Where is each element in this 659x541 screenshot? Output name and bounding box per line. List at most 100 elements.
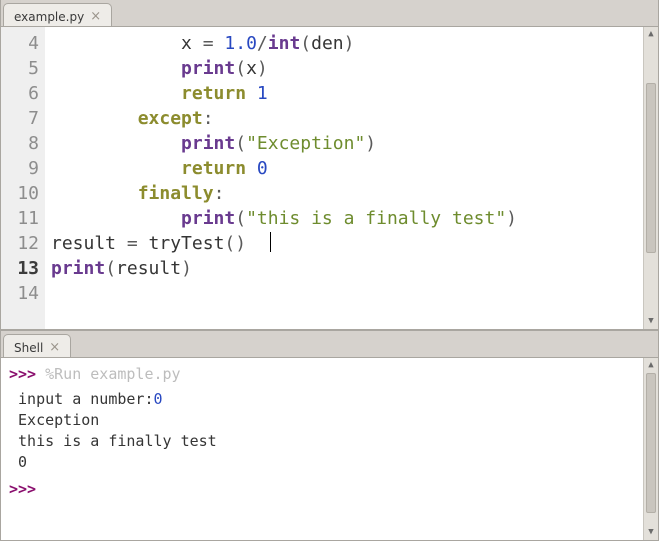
code-token: 0 [257,158,268,179]
code-line[interactable]: finally: [51,181,643,206]
shell-output-line: 0 [9,452,635,473]
shell-tabbar: Shell × [1,331,658,357]
code-token: = [116,233,149,254]
shell-text: 0 [18,453,27,471]
code-token: den [311,33,344,54]
line-number: 5 [1,56,45,81]
code-token: 1 [257,83,268,104]
code-token [51,83,181,104]
code-token: ( [300,33,311,54]
shell-line: >>> %Run example.py [9,364,635,385]
code-token: x [181,33,192,54]
shell-prompt: >>> [9,480,45,498]
scroll-up-icon[interactable]: ▲ [644,358,658,373]
code-token [51,33,181,54]
shell-output-line: input a number:0 [9,389,635,410]
code-token: : [214,183,225,204]
code-token: tryTest [149,233,225,254]
code-line[interactable]: except: [51,106,643,131]
shell-output[interactable]: >>> %Run example.py input a number:0 Exc… [1,358,643,540]
line-number: 8 [1,131,45,156]
scroll-thumb[interactable] [646,373,656,513]
code-token: = [192,33,225,54]
shell-scrollbar[interactable]: ▲ ▼ [643,358,658,540]
code-line[interactable]: print(x) [51,56,643,81]
code-token: print [181,58,235,79]
code-line[interactable]: print("this is a finally test") [51,206,643,231]
code-token: ) [181,258,192,279]
line-number: 13 [1,256,45,281]
code-line[interactable]: return 1 [51,81,643,106]
code-token: x [246,58,257,79]
editor-scrollbar[interactable]: ▲ ▼ [643,27,658,329]
code-token: / [257,33,268,54]
shell-text: this is a finally test [18,432,217,450]
shell-output-line: this is a finally test [9,431,635,452]
code-token: ( [235,133,246,154]
code-line[interactable]: result = tryTest() [51,231,643,256]
close-icon[interactable]: × [49,341,60,354]
code-token [246,83,257,104]
shell-text: Exception [18,411,99,429]
code-token: int [268,33,301,54]
shell-tab-label: Shell [14,341,43,355]
code-token: : [203,108,214,129]
line-number-gutter: 4567891011121314 [1,27,45,329]
code-token [51,183,138,204]
scroll-down-icon[interactable]: ▼ [644,314,658,329]
line-number: 12 [1,231,45,256]
code-token: print [51,258,105,279]
code-token [51,133,181,154]
code-token: ) [257,58,268,79]
code-token: finally [138,183,214,204]
code-token [51,108,138,129]
code-line[interactable]: x = 1.0/int(den) [51,31,643,56]
code-token [246,158,257,179]
code-token: ( [235,58,246,79]
code-token: ( [235,208,246,229]
line-number: 11 [1,206,45,231]
editor-panel: example.py × 4567891011121314 x = 1.0/in… [0,0,659,330]
shell-output-line: Exception [9,410,635,431]
shell-prompt: >>> [9,365,45,383]
shell-text: input a number: [18,390,153,408]
scroll-up-icon[interactable]: ▲ [644,27,658,42]
text-cursor [270,232,271,252]
code-area[interactable]: x = 1.0/int(den) print(x) return 1 excep… [45,27,643,329]
code-token [51,58,181,79]
line-number: 10 [1,181,45,206]
line-number: 4 [1,31,45,56]
line-number: 9 [1,156,45,181]
code-token: () [224,233,267,254]
code-token: ) [365,133,376,154]
shell-number: 0 [154,390,163,408]
shell-line[interactable]: >>> [9,479,635,500]
code-token: except [138,108,203,129]
line-number: 6 [1,81,45,106]
code-token: print [181,208,235,229]
code-token: result [116,258,181,279]
editor-content: 4567891011121314 x = 1.0/int(den) print(… [1,26,658,329]
shell-tab[interactable]: Shell × [3,334,71,358]
close-icon[interactable]: × [90,10,101,23]
scroll-down-icon[interactable]: ▼ [644,525,658,540]
shell-panel: Shell × >>> %Run example.py input a numb… [0,330,659,541]
code-token [51,158,181,179]
code-line[interactable]: print(result) [51,256,643,281]
code-token: result [51,233,116,254]
editor-tab-label: example.py [14,10,84,24]
code-line[interactable]: print("Exception") [51,131,643,156]
code-token: 1.0 [224,33,257,54]
scroll-thumb[interactable] [646,83,656,253]
code-token: ) [344,33,355,54]
editor-tab[interactable]: example.py × [3,3,112,27]
shell-run-command: %Run example.py [45,365,180,383]
code-token: print [181,133,235,154]
code-token: "this is a finally test" [246,208,506,229]
line-number: 14 [1,281,45,306]
editor-tabbar: example.py × [1,0,658,26]
code-token: return [181,83,246,104]
code-line[interactable]: return 0 [51,156,643,181]
line-number: 7 [1,106,45,131]
code-token: "Exception" [246,133,365,154]
